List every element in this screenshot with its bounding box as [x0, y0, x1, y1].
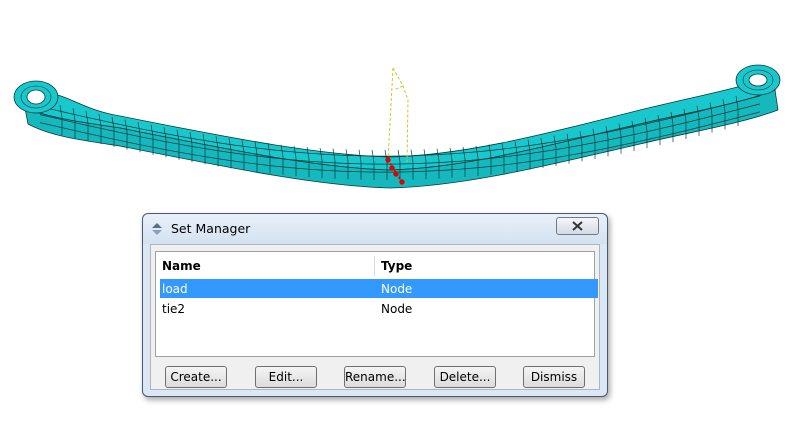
dialog-titlebar[interactable]: Set Manager — [143, 214, 607, 244]
row-type: Node — [381, 302, 413, 316]
dialog-client-area: Name Type load Node tie2 Node Create... … — [150, 244, 600, 390]
delete-button[interactable]: Delete... — [434, 366, 496, 388]
leaf-spring-mesh[interactable] — [13, 64, 781, 189]
edit-button[interactable]: Edit... — [255, 366, 317, 388]
right-spring-eye — [735, 64, 781, 96]
list-header: Name Type — [160, 256, 590, 276]
sets-list[interactable]: Name Type load Node tie2 Node — [155, 251, 598, 357]
row-name: load — [162, 282, 188, 296]
close-x-icon — [572, 221, 583, 231]
row-name: tie2 — [162, 302, 186, 316]
list-row-tie2[interactable]: tie2 Node — [160, 299, 598, 318]
left-spring-eye — [13, 80, 59, 114]
row-type: Node — [381, 282, 413, 296]
create-button[interactable]: Create... — [165, 366, 227, 388]
column-name-header[interactable]: Name — [162, 259, 201, 273]
rename-button[interactable]: Rename... — [344, 366, 406, 388]
list-row-load[interactable]: load Node — [160, 279, 598, 298]
dialog-title: Set Manager — [171, 221, 251, 236]
close-button[interactable] — [556, 217, 599, 235]
set-manager-dialog: Set Manager Name Type load Node tie2 Nod… — [142, 213, 608, 397]
dismiss-button[interactable]: Dismiss — [523, 366, 585, 388]
column-separator — [374, 256, 375, 276]
column-type-header[interactable]: Type — [381, 259, 412, 273]
load-guide-outline — [387, 67, 409, 163]
set-manager-icon — [152, 223, 162, 235]
